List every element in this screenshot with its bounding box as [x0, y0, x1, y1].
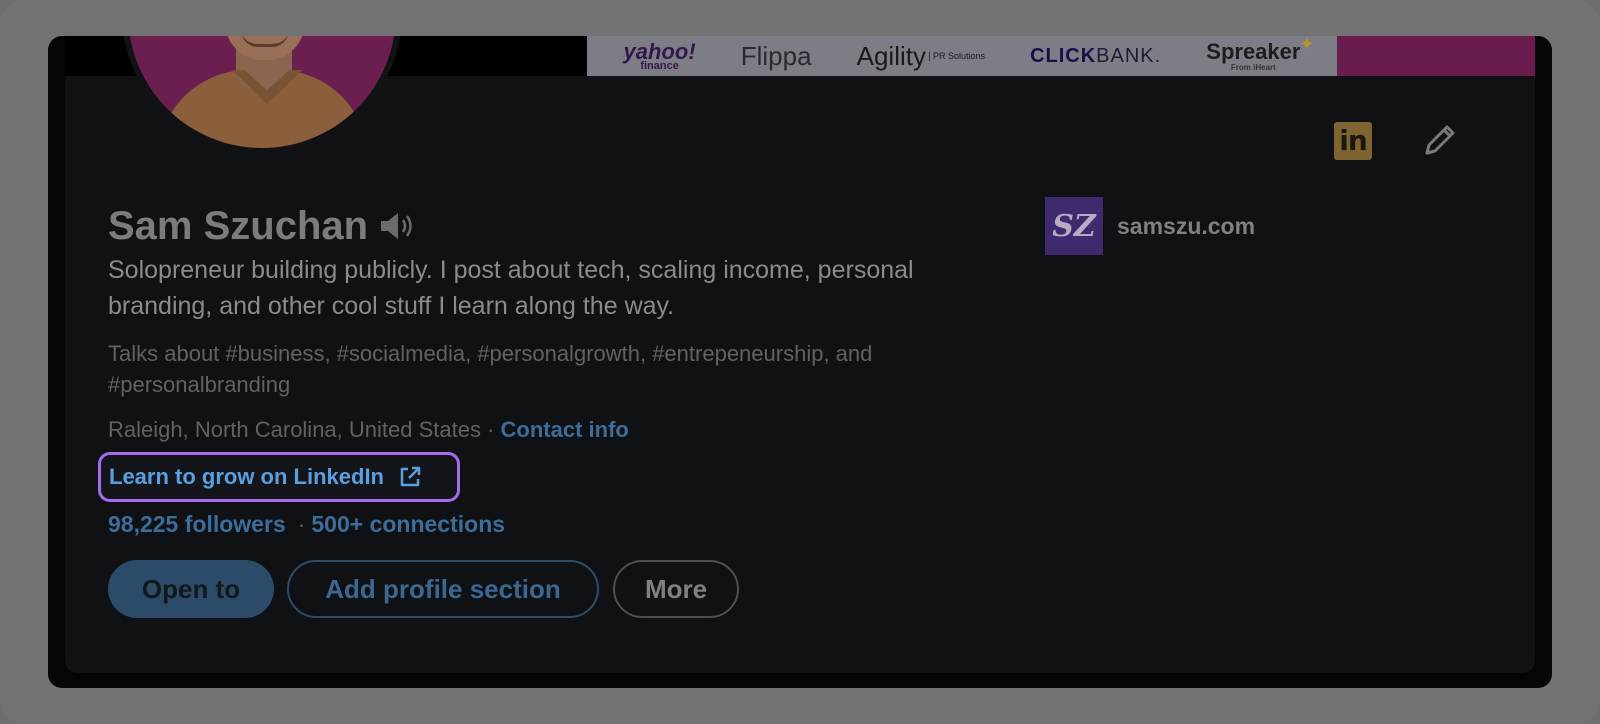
stats-separator: · [297, 511, 306, 537]
flippa-logo: Flippa [740, 41, 812, 71]
connections-link[interactable]: 500+ connections [311, 511, 505, 537]
linkedin-icon[interactable]: in [1332, 120, 1374, 162]
agility-pr-logo: Agility PR Solutions [856, 41, 985, 71]
speaker-icon[interactable] [378, 209, 416, 243]
location-text: Raleigh, North Carolina, United States [108, 417, 481, 442]
banner-logo-strip: yahoo! finance Flippa Agility PR Solutio… [587, 36, 1337, 76]
contact-info-link[interactable]: Contact info [501, 417, 629, 442]
location-separator: · [480, 417, 501, 442]
browser-window: yahoo! finance Flippa Agility PR Solutio… [48, 36, 1552, 688]
add-profile-section-button[interactable]: Add profile section [287, 560, 599, 618]
profile-headline: Solopreneur building publicly. I post ab… [108, 256, 914, 320]
spreaker-logo: Spreaker ✦ From iHeart [1206, 36, 1315, 72]
company-logo: SZ [1045, 197, 1103, 255]
profile-name: Sam Szuchan [108, 204, 369, 248]
more-button[interactable]: More [613, 560, 739, 618]
learn-to-grow-link[interactable]: Learn to grow on LinkedIn [98, 452, 460, 502]
network-stats: 98,225 followers · 500+ connections [108, 508, 505, 540]
pencil-icon[interactable] [1418, 120, 1460, 162]
clickbank-logo: CLICKBANK. [1030, 45, 1162, 67]
learn-to-grow-label: Learn to grow on LinkedIn [109, 464, 384, 489]
company-link[interactable]: SZ samszu.com [1045, 197, 1255, 255]
avatar[interactable] [122, 36, 402, 154]
screen-backdrop: yahoo! finance Flippa Agility PR Solutio… [0, 0, 1600, 724]
open-to-button[interactable]: Open to [108, 560, 274, 618]
banner-accent [1337, 36, 1535, 76]
location-line: Raleigh, North Carolina, United States ·… [108, 414, 629, 446]
profile-card: yahoo! finance Flippa Agility PR Solutio… [65, 36, 1535, 673]
company-name: samszu.com [1117, 212, 1256, 239]
external-link-icon [400, 466, 421, 487]
followers-link[interactable]: 98,225 followers [108, 511, 286, 537]
yahoo-finance-logo: yahoo! finance [623, 38, 696, 72]
profile-name-row: Sam Szuchan [108, 202, 416, 250]
talks-about: Talks about #business, #socialmedia, #pe… [108, 341, 873, 397]
